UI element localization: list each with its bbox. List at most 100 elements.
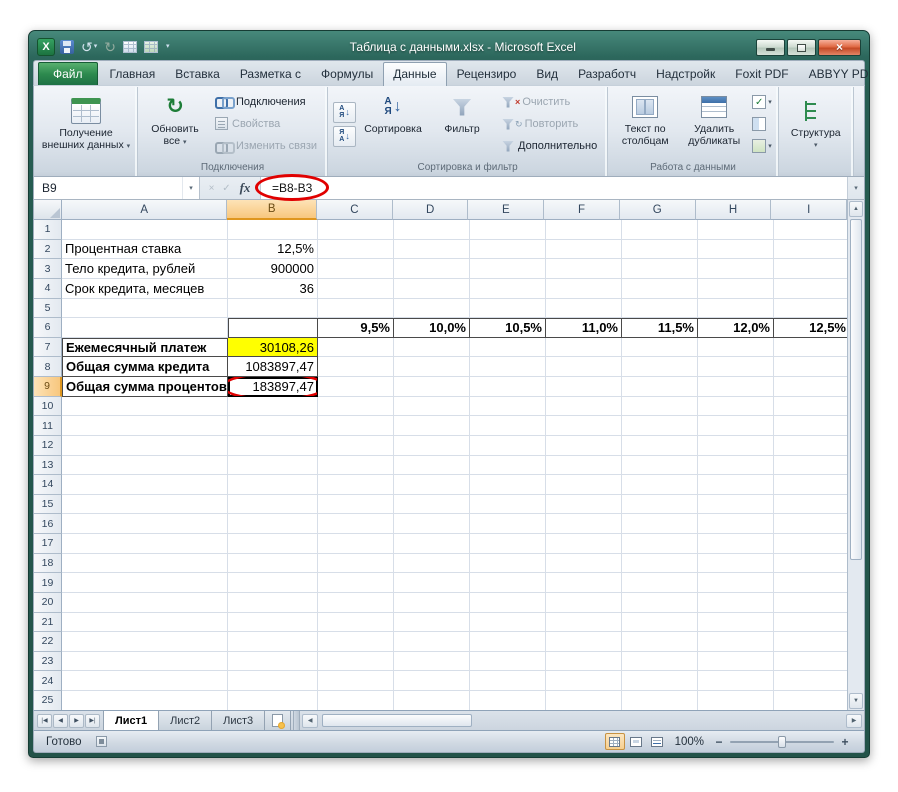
cell-H18[interactable] (698, 554, 774, 574)
cell-H19[interactable] (698, 573, 774, 593)
cell-G16[interactable] (622, 514, 698, 534)
row-header-3[interactable]: 3 (34, 259, 62, 279)
cell-G12[interactable] (622, 436, 698, 456)
cell-E3[interactable] (470, 259, 546, 279)
row-header-14[interactable]: 14 (34, 475, 62, 495)
cell-H4[interactable] (698, 279, 774, 299)
sort-button[interactable]: АЯ↓ Сортировка (360, 89, 426, 159)
connections-button[interactable]: Подключения (213, 95, 321, 109)
sheet-nav-first-button[interactable]: |◀ (37, 714, 52, 728)
cell-D10[interactable] (394, 397, 470, 417)
cell-A10[interactable] (62, 397, 228, 417)
cell-G2[interactable] (622, 240, 698, 260)
cell-A8[interactable]: Общая сумма кредита (62, 357, 228, 377)
row-header-20[interactable]: 20 (34, 593, 62, 613)
qat-table-button[interactable] (121, 38, 139, 56)
row-header-8[interactable]: 8 (34, 357, 62, 377)
row-header-25[interactable]: 25 (34, 691, 62, 710)
cell-G24[interactable] (622, 671, 698, 691)
cell-B9[interactable]: 183897,47 (228, 377, 318, 397)
cell-H22[interactable] (698, 632, 774, 652)
name-box[interactable]: B9 ▾ (34, 177, 200, 199)
cell-I11[interactable] (774, 416, 847, 436)
cell-A1[interactable] (62, 220, 228, 240)
cell-E23[interactable] (470, 652, 546, 672)
restore-button[interactable] (787, 39, 816, 56)
cell-E12[interactable] (470, 436, 546, 456)
cell-D22[interactable] (394, 632, 470, 652)
cell-E7[interactable] (470, 338, 546, 358)
cell-D18[interactable] (394, 554, 470, 574)
view-page-break-button[interactable] (647, 733, 667, 750)
qat-window-button[interactable] (142, 38, 160, 56)
cell-E4[interactable] (470, 279, 546, 299)
cell-E22[interactable] (470, 632, 546, 652)
cell-H21[interactable] (698, 613, 774, 633)
cell-G4[interactable] (622, 279, 698, 299)
ribbon-tab-Разработч[interactable]: Разработч (568, 62, 646, 85)
column-header-C[interactable]: C (317, 200, 393, 220)
cell-A2[interactable]: Процентная ставка (62, 240, 228, 260)
cell-B21[interactable] (228, 613, 318, 633)
column-header-G[interactable]: G (620, 200, 696, 220)
sort-za-button[interactable]: ЯА ↓ (333, 126, 356, 147)
cell-G5[interactable] (622, 299, 698, 319)
scroll-down-button[interactable]: ▼ (849, 693, 863, 709)
cell-I25[interactable] (774, 691, 847, 710)
cell-D20[interactable] (394, 593, 470, 613)
row-header-11[interactable]: 11 (34, 416, 62, 436)
cell-I9[interactable] (774, 377, 847, 397)
cell-E14[interactable] (470, 475, 546, 495)
cell-H9[interactable] (698, 377, 774, 397)
cell-F19[interactable] (546, 573, 622, 593)
cell-H15[interactable] (698, 495, 774, 515)
cell-E1[interactable] (470, 220, 546, 240)
zoom-slider-thumb[interactable] (778, 736, 786, 748)
cell-B25[interactable] (228, 691, 318, 710)
zoom-out-button[interactable]: − (712, 735, 726, 749)
cell-G1[interactable] (622, 220, 698, 240)
cell-B6[interactable] (228, 318, 318, 338)
row-header-18[interactable]: 18 (34, 554, 62, 574)
scroll-right-button[interactable]: ▶ (846, 714, 862, 728)
cell-D14[interactable] (394, 475, 470, 495)
cell-D5[interactable] (394, 299, 470, 319)
cell-D23[interactable] (394, 652, 470, 672)
cell-B23[interactable] (228, 652, 318, 672)
cell-G21[interactable] (622, 613, 698, 633)
save-button[interactable] (58, 38, 76, 56)
ribbon-tab-ABBYY PDF[interactable]: ABBYY PDF (799, 62, 870, 85)
cell-E25[interactable] (470, 691, 546, 710)
cell-E5[interactable] (470, 299, 546, 319)
cell-E16[interactable] (470, 514, 546, 534)
row-header-10[interactable]: 10 (34, 397, 62, 417)
row-header-15[interactable]: 15 (34, 495, 62, 515)
cell-H11[interactable] (698, 416, 774, 436)
cell-D25[interactable] (394, 691, 470, 710)
cell-I13[interactable] (774, 456, 847, 476)
row-header-9[interactable]: 9 (34, 377, 62, 397)
column-header-H[interactable]: H (696, 200, 772, 220)
cell-A7[interactable]: Ежемесячный платеж (62, 338, 228, 358)
cell-A4[interactable]: Срок кредита, месяцев (62, 279, 228, 299)
cell-G7[interactable] (622, 338, 698, 358)
cell-F18[interactable] (546, 554, 622, 574)
column-header-I[interactable]: I (771, 200, 847, 220)
row-header-6[interactable]: 6 (34, 318, 62, 338)
cell-E6[interactable]: 10,5% (470, 318, 546, 338)
enter-icon[interactable]: ✓ (220, 183, 233, 194)
cell-C1[interactable] (318, 220, 394, 240)
cell-H10[interactable] (698, 397, 774, 417)
cell-D15[interactable] (394, 495, 470, 515)
cell-D12[interactable] (394, 436, 470, 456)
row-header-21[interactable]: 21 (34, 613, 62, 633)
cell-G14[interactable] (622, 475, 698, 495)
cell-C10[interactable] (318, 397, 394, 417)
cell-B19[interactable] (228, 573, 318, 593)
cell-C7[interactable] (318, 338, 394, 358)
cell-F7[interactable] (546, 338, 622, 358)
properties-button[interactable]: Свойства (213, 116, 321, 131)
cell-G9[interactable] (622, 377, 698, 397)
cell-E9[interactable] (470, 377, 546, 397)
sheet-nav-prev-button[interactable]: ◀ (53, 714, 68, 728)
